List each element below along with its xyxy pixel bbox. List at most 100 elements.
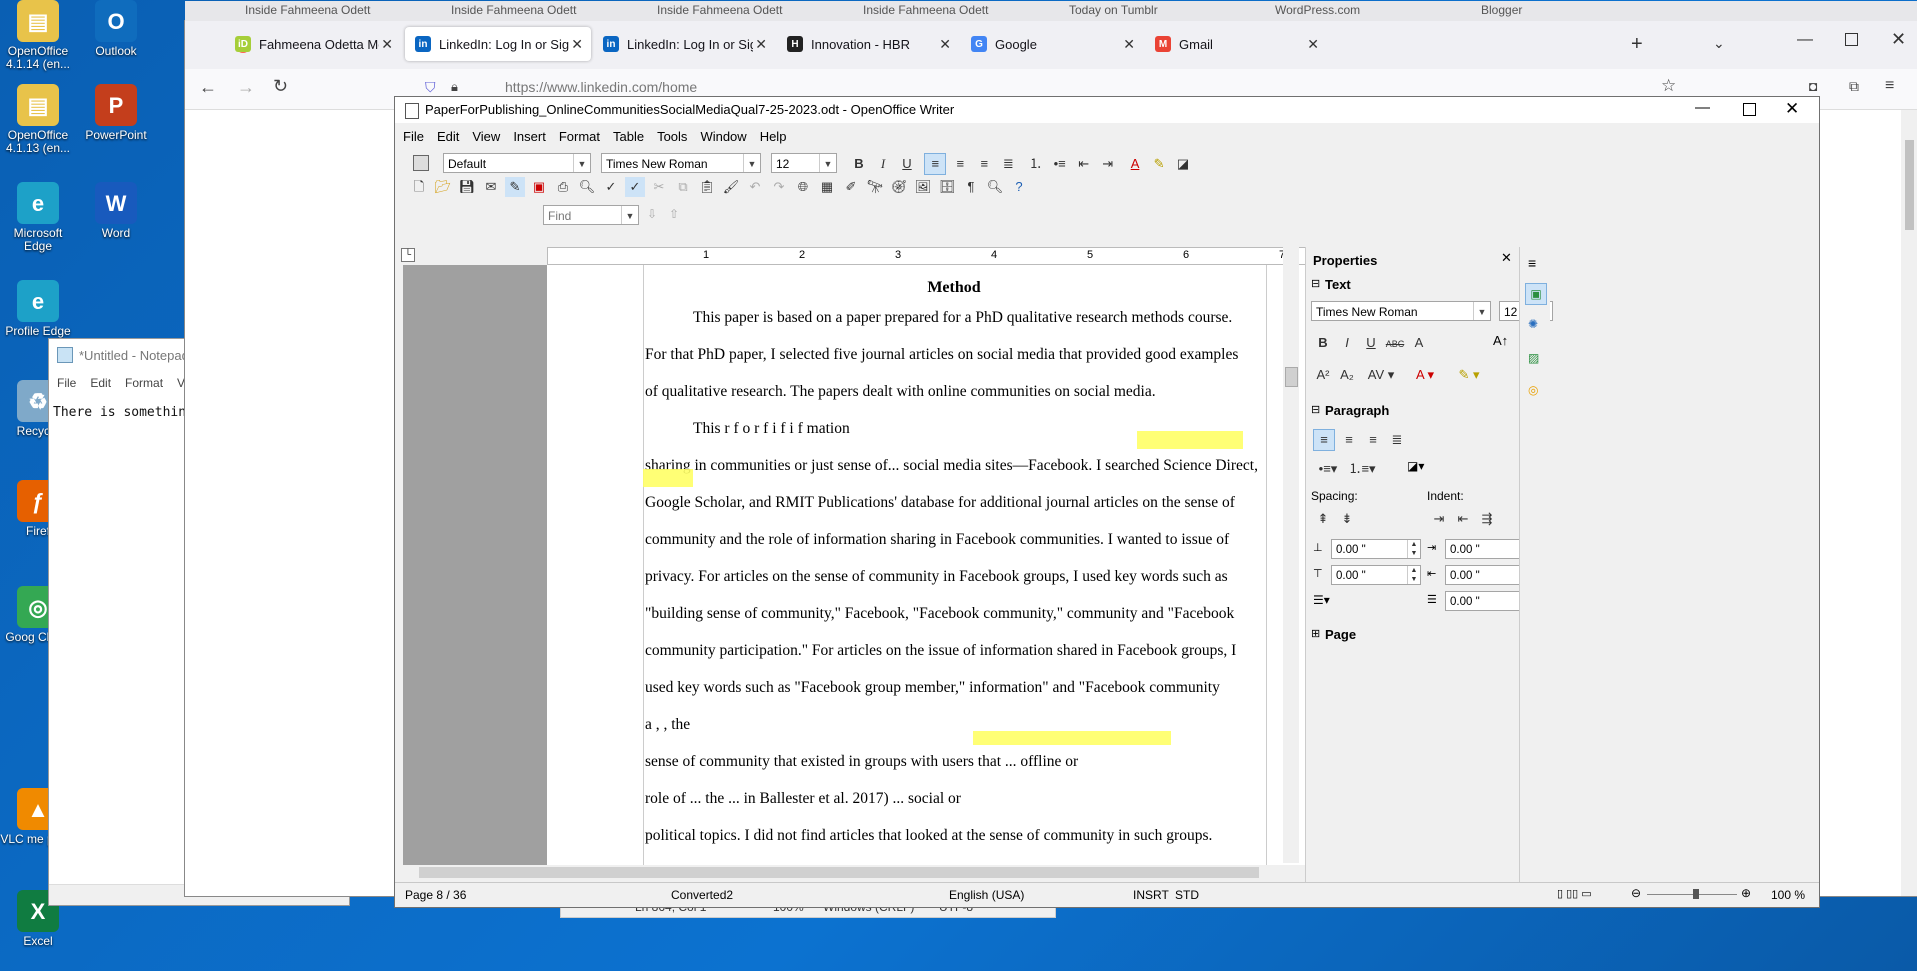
new-document-icon[interactable]: 🗋︎ <box>409 177 429 197</box>
subscript-icon[interactable]: A₂ <box>1337 365 1357 385</box>
line-spacing-icon[interactable]: ☰▾ <box>1313 593 1330 607</box>
zoom-out-icon[interactable]: ⊖ <box>1631 886 1641 900</box>
close-icon[interactable]: ✕ <box>1891 29 1906 50</box>
browser-tab[interactable]: in LinkedIn: Log In or Sign Up✕ <box>593 27 775 61</box>
sidebar-menu-icon[interactable]: ≡ <box>1528 255 1536 271</box>
tab-close-icon[interactable]: ✕ <box>939 36 951 53</box>
increase-indent-icon[interactable]: ⇥ <box>1098 154 1118 174</box>
paragraph-background-icon[interactable]: ◪▾ <box>1407 459 1424 473</box>
menu-tools[interactable]: Tools <box>657 129 687 144</box>
page-scrollbar[interactable] <box>1901 110 1917 896</box>
bold-icon[interactable]: B <box>849 154 869 174</box>
italic-icon[interactable]: I <box>1337 333 1357 353</box>
background-tab[interactable]: Blogger <box>1481 3 1631 17</box>
find-replace-icon[interactable]: 🔭︎ <box>865 177 885 197</box>
minimize-icon[interactable]: — <box>1797 31 1813 49</box>
navigator-icon[interactable]: 🧭︎ <box>889 177 909 197</box>
maximize-icon[interactable] <box>1845 33 1858 46</box>
desktop-icon[interactable]: P PowerPoint <box>78 84 154 142</box>
notepad-menu-edit[interactable]: Edit <box>90 376 111 390</box>
numbering-icon[interactable]: ⒈ <box>1026 154 1046 174</box>
sidebar-font-name-select[interactable]: Times New Roman ▼ <box>1311 301 1491 321</box>
font-color-icon[interactable]: A <box>1125 154 1145 174</box>
save-icon[interactable]: 💾︎ <box>457 177 477 197</box>
chevron-down-icon[interactable]: ▼ <box>573 154 590 172</box>
align-left-icon[interactable]: ≡ <box>1313 429 1335 451</box>
copy-icon[interactable]: ⧉ <box>673 177 693 197</box>
find-previous-icon[interactable]: ⇧ <box>669 207 679 221</box>
help-icon[interactable]: ? <box>1009 177 1029 197</box>
sidebar-close-icon[interactable]: ✕ <box>1501 250 1512 266</box>
menu-table[interactable]: Table <box>613 129 644 144</box>
properties-deck-icon[interactable]: ▣ <box>1525 283 1547 305</box>
shadow-icon[interactable]: A <box>1409 333 1429 353</box>
reload-icon[interactable]: ↻ <box>273 76 288 97</box>
justify-icon[interactable]: ≣ <box>1387 430 1407 450</box>
status-selection-mode[interactable]: STD <box>1175 888 1199 902</box>
view-layout-icons[interactable]: ▯ ▯▯ ▭ <box>1557 887 1592 900</box>
spin-arrows-icon[interactable]: ▲▼ <box>1407 566 1420 584</box>
table-icon[interactable]: ▦ <box>817 177 837 197</box>
align-center-icon[interactable]: ≡ <box>1339 430 1359 450</box>
status-page[interactable]: Page 8 / 36 <box>405 888 466 902</box>
document-horizontal-scrollbar[interactable] <box>403 865 1283 881</box>
hyperlink-icon[interactable]: 🌐︎ <box>793 177 813 197</box>
background-color-icon[interactable]: ◪ <box>1173 154 1193 174</box>
highlight-icon[interactable]: ✎ <box>1149 154 1169 174</box>
export-pdf-icon[interactable]: ▣ <box>529 177 549 197</box>
paragraph-section-toggle[interactable]: ⊟ <box>1311 403 1320 416</box>
gallery-deck-icon[interactable]: ▨ <box>1528 351 1539 365</box>
spacing-above-input[interactable]: 0.00 " ▲ ▼ <box>1331 539 1421 559</box>
edit-file-icon[interactable]: ✎ <box>505 177 525 197</box>
status-zoom[interactable]: 100 % <box>1771 888 1805 902</box>
document-vertical-scrollbar[interactable] <box>1283 247 1299 863</box>
chevron-down-icon[interactable]: ▼ <box>743 154 760 172</box>
background-tab[interactable]: Inside Fahmeena Odett <box>657 3 807 17</box>
browser-tab[interactable]: H Innovation - HBR ✕ <box>777 27 959 61</box>
writer-close-icon[interactable]: ✕ <box>1785 99 1799 119</box>
menu-view[interactable]: View <box>472 129 500 144</box>
pocket-icon[interactable]: ◘ <box>1809 78 1817 94</box>
styles-deck-icon[interactable]: ✺ <box>1528 317 1538 331</box>
highlight-icon[interactable]: ✎ ▾ <box>1449 365 1489 385</box>
navigator-deck-icon[interactable]: ◎ <box>1528 383 1538 397</box>
underline-icon[interactable]: U <box>1361 333 1381 353</box>
open-folder-icon[interactable]: 📂︎ <box>433 177 453 197</box>
extensions-icon[interactable]: ⧉ <box>1849 78 1859 95</box>
menu-edit[interactable]: Edit <box>437 129 459 144</box>
forward-arrow-icon[interactable]: → <box>237 77 255 98</box>
desktop-icon[interactable]: O Outlook <box>78 0 154 58</box>
bullets-icon[interactable]: •≡ <box>1050 154 1070 174</box>
notepad-menu-format[interactable]: Format <box>125 376 163 390</box>
tab-close-icon[interactable]: ✕ <box>571 36 583 53</box>
desktop-icon[interactable]: W Word <box>78 182 154 240</box>
spellcheck-icon[interactable]: ✓ <box>601 177 621 197</box>
status-style[interactable]: Converted2 <box>671 888 733 902</box>
font-color-icon[interactable]: A ▾ <box>1405 365 1445 385</box>
page-section-toggle[interactable]: ⊞ <box>1311 627 1320 640</box>
writer-maximize-icon[interactable] <box>1743 103 1756 116</box>
align-right-icon[interactable]: ≡ <box>974 154 994 174</box>
zoom-in-icon[interactable]: ⊕ <box>1741 886 1751 900</box>
decrease-spacing-icon[interactable]: ⇟ <box>1337 509 1357 529</box>
draw-functions-icon[interactable]: ✐ <box>841 177 861 197</box>
writer-window[interactable]: PaperForPublishing_OnlineCommunitiesSoci… <box>394 96 1820 908</box>
hanging-indent-icon[interactable]: ⇶ <box>1477 509 1497 529</box>
tab-close-icon[interactable]: ✕ <box>755 36 767 53</box>
styles-icon[interactable] <box>413 155 429 171</box>
autospellcheck-icon[interactable]: ✓ <box>625 177 645 197</box>
desktop-icon[interactable]: ▤ OpenOffice 4.1.13 (en... <box>0 84 76 155</box>
back-arrow-icon[interactable]: ← <box>199 77 217 98</box>
chevron-down-icon[interactable]: ▼ <box>1473 302 1490 320</box>
document-page[interactable]: Method This paper is based on a paper pr… <box>547 265 1363 865</box>
cut-icon[interactable]: ✂ <box>649 177 669 197</box>
menu-file[interactable]: File <box>403 129 424 144</box>
increase-indent-icon[interactable]: ⇥ <box>1429 509 1449 529</box>
justify-icon[interactable]: ≣ <box>998 154 1018 174</box>
background-tab[interactable]: Inside Fahmeena Odett <box>863 3 1013 17</box>
spin-arrows-icon[interactable]: ▲▼ <box>1407 540 1420 558</box>
shield-icon[interactable]: ⛉ <box>425 79 436 96</box>
zoom-icon[interactable]: 🔍︎ <box>985 177 1005 197</box>
new-tab-button[interactable]: + <box>1631 33 1643 56</box>
notepad-menu-file[interactable]: File <box>57 376 76 390</box>
